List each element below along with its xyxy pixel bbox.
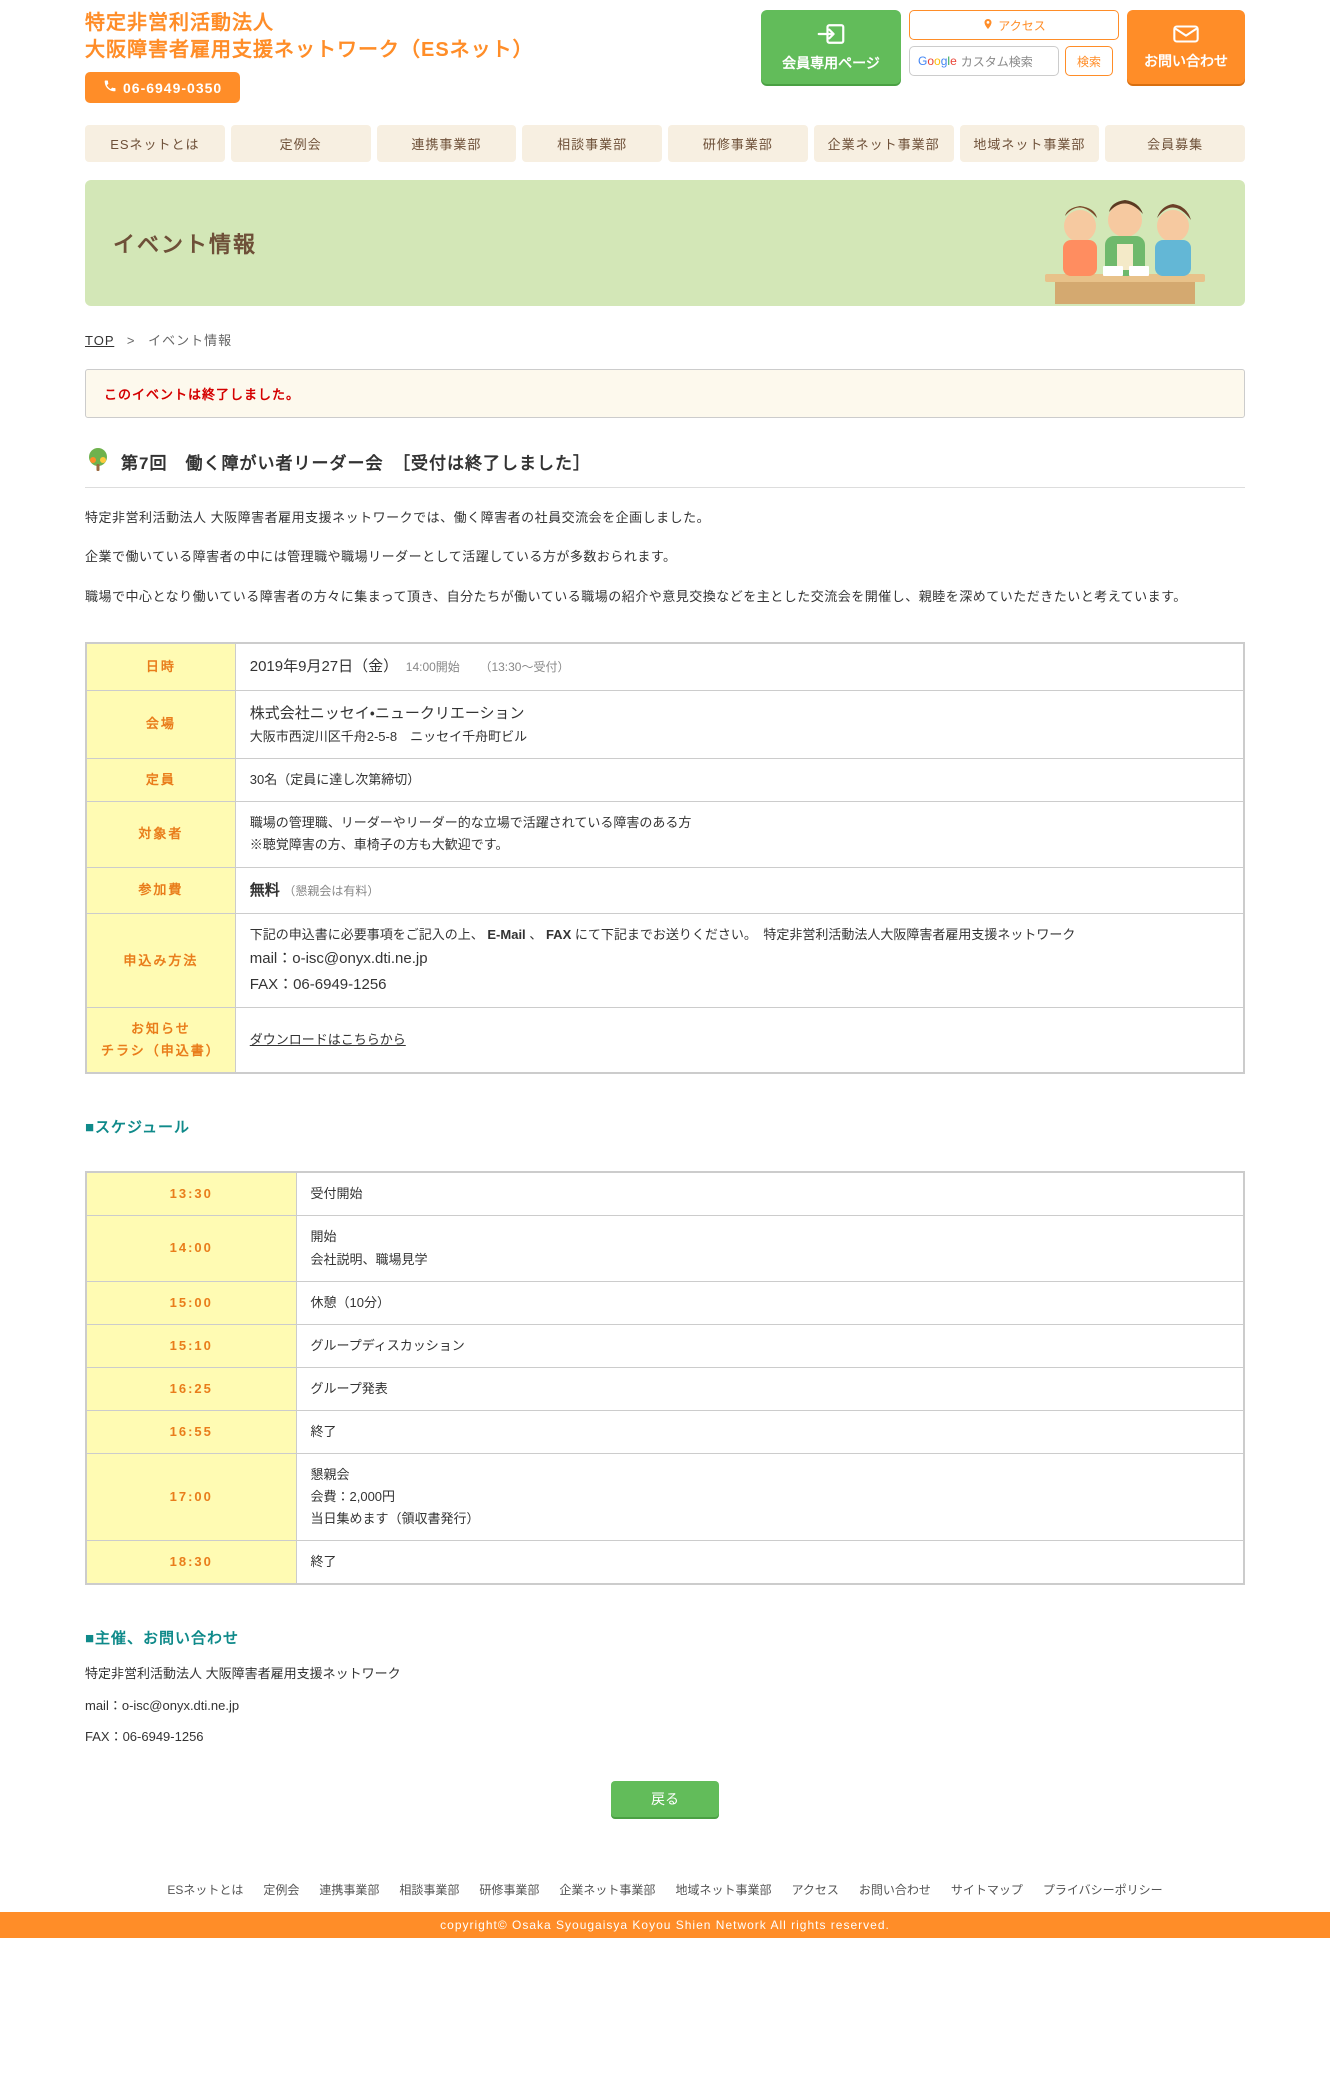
contact-button[interactable]: お問い合わせ [1127, 10, 1245, 84]
breadcrumb-current: イベント情報 [148, 333, 232, 348]
nav-item-4[interactable]: 研修事業部 [668, 125, 808, 162]
breadcrumb: TOP > イベント情報 [85, 330, 1245, 349]
info-value-venue: 株式会社ニッセイ・ニュークリエーション 大阪市西淀川区千舟2-5-8 ニッセイ千… [235, 690, 1244, 759]
schedule-time-3: 15:10 [86, 1324, 296, 1367]
schedule-body-0: 受付開始 [296, 1172, 1244, 1216]
tree-icon [85, 446, 111, 477]
contact-fax: FAX：06-6949-1256 [85, 1725, 1245, 1748]
breadcrumb-sep: > [127, 333, 136, 348]
footer-nav-item-1[interactable]: 定例会 [263, 1881, 299, 1898]
people-illustration [1025, 186, 1225, 306]
info-label-capacity: 定員 [86, 759, 235, 802]
hero-banner: イベント情報 [85, 180, 1245, 306]
contact-mail: mail：o-isc@onyx.dti.ne.jp [85, 1694, 1245, 1717]
info-value-apply: 下記の申込書に必要事項をご記入の上、 E-Mail 、 FAX にて下記までお送… [235, 914, 1244, 1008]
nav-item-5[interactable]: 企業ネット事業部 [814, 125, 954, 162]
google-logo: Google [918, 54, 957, 68]
schedule-table: 13:30受付開始14:00開始会社説明、職場見学15:00休憩（10分）15:… [85, 1171, 1245, 1585]
breadcrumb-top-link[interactable]: TOP [85, 333, 114, 348]
footer-nav-item-6[interactable]: 地域ネット事業部 [675, 1881, 771, 1898]
member-page-button[interactable]: 会員専用ページ [761, 10, 901, 84]
schedule-time-0: 13:30 [86, 1172, 296, 1216]
info-label-target: 対象者 [86, 802, 235, 867]
search-placeholder: カスタム検索 [961, 53, 1033, 70]
hero-title: イベント情報 [113, 227, 257, 259]
info-value-fee: 無料 （懇親会は有料） [235, 867, 1244, 914]
footer-nav-item-7[interactable]: アクセス [791, 1881, 838, 1898]
footer-nav-item-9[interactable]: サイトマップ [951, 1881, 1023, 1898]
schedule-body-1: 開始会社説明、職場見学 [296, 1216, 1244, 1281]
contact-org: 特定非営利活動法人 大阪障害者雇用支援ネットワーク [85, 1662, 1245, 1685]
nav-item-6[interactable]: 地域ネット事業部 [960, 125, 1100, 162]
member-page-label: 会員専用ページ [782, 53, 880, 73]
info-value-target: 職場の管理職、リーダーやリーダー的な立場で活躍されている障害のある方 ※聴覚障害… [235, 802, 1244, 867]
access-button[interactable]: アクセス [909, 10, 1119, 40]
access-label: アクセス [998, 17, 1045, 34]
info-value-datetime: 2019年9月27日（金） 14:00開始 （13:30～受付） [235, 643, 1244, 690]
nav-item-7[interactable]: 会員募集 [1105, 125, 1245, 162]
mail-icon [1172, 24, 1200, 47]
schedule-body-4: グループ発表 [296, 1367, 1244, 1410]
schedule-time-1: 14:00 [86, 1216, 296, 1281]
footer-nav-item-2[interactable]: 連携事業部 [319, 1881, 379, 1898]
event-info-table: 日時 2019年9月27日（金） 14:00開始 （13:30～受付） 会場 株… [85, 642, 1245, 1074]
site-title-block: 特定非営利活動法人 大阪障害者雇用支援ネットワーク（ESネット） 06-6949… [85, 10, 761, 103]
footer-nav-item-5[interactable]: 企業ネット事業部 [559, 1881, 655, 1898]
phone-icon [103, 79, 117, 96]
info-value-flyer: ダウンロードはこちらから [235, 1008, 1244, 1074]
schedule-time-2: 15:00 [86, 1281, 296, 1324]
info-label-apply: 申込み方法 [86, 914, 235, 1008]
search-button-label: 検索 [1077, 53, 1101, 70]
schedule-body-2: 休憩（10分） [296, 1281, 1244, 1324]
intro-paragraphs: 特定非営利活動法人 大阪障害者雇用支援ネットワークでは、働く障害者の社員交流会を… [85, 506, 1245, 608]
info-value-capacity: 30名（定員に達し次第締切） [235, 759, 1244, 802]
footer-nav-item-0[interactable]: ESネットとは [167, 1881, 243, 1898]
main-nav: ESネットとは定例会連携事業部相談事業部研修事業部企業ネット事業部地域ネット事業… [85, 125, 1245, 162]
info-label-flyer: お知らせ チラシ（申込書） [86, 1008, 235, 1074]
footer-nav-item-10[interactable]: プライバシーポリシー [1043, 1881, 1163, 1898]
info-label-venue: 会場 [86, 690, 235, 759]
schedule-time-5: 16:55 [86, 1410, 296, 1453]
info-label-datetime: 日時 [86, 643, 235, 690]
contact-label: お問い合わせ [1144, 51, 1228, 71]
footer-nav-item-3[interactable]: 相談事業部 [399, 1881, 459, 1898]
schedule-body-7: 終了 [296, 1541, 1244, 1585]
schedule-body-6: 懇親会会費：2,000円当日集めます（領収書発行） [296, 1453, 1244, 1540]
info-label-fee: 参加費 [86, 867, 235, 914]
schedule-heading: ■スケジュール [85, 1116, 1245, 1137]
event-title: 第7回 働く障がい者リーダー会 ［受付は終了しました］ [121, 449, 591, 474]
site-name-line1: 特定非営利活動法人 [85, 10, 761, 37]
intro-paragraph-2: 職場で中心となり働いている障害者の方々に集まって頂き、自分たちが働いている職場の… [85, 585, 1245, 608]
contact-heading: ■主催、お問い合わせ [85, 1627, 1245, 1648]
nav-item-1[interactable]: 定例会 [231, 125, 371, 162]
phone-button[interactable]: 06-6949-0350 [85, 72, 240, 103]
nav-item-2[interactable]: 連携事業部 [377, 125, 517, 162]
event-ended-notice: このイベントは終了しました。 [85, 369, 1245, 418]
schedule-time-4: 16:25 [86, 1367, 296, 1410]
intro-paragraph-1: 企業で働いている障害者の中には管理職や職場リーダーとして活躍している方が多数おら… [85, 545, 1245, 568]
nav-item-3[interactable]: 相談事業部 [522, 125, 662, 162]
schedule-time-7: 18:30 [86, 1541, 296, 1585]
schedule-body-3: グループディスカッション [296, 1324, 1244, 1367]
copyright: copyright© Osaka Syougaisya Koyou Shien … [0, 1912, 1330, 1938]
footer-nav: ESネットとは 定例会 連携事業部 相談事業部 研修事業部 企業ネット事業部 地域ネット事業… [0, 1867, 1330, 1912]
footer-nav-item-8[interactable]: お問い合わせ [859, 1881, 931, 1898]
schedule-body-5: 終了 [296, 1410, 1244, 1453]
schedule-time-6: 17:00 [86, 1453, 296, 1540]
phone-number: 06-6949-0350 [123, 80, 222, 96]
login-icon [817, 22, 845, 49]
flyer-download-link[interactable]: ダウンロードはこちらから [250, 1032, 406, 1047]
site-header: 特定非営利活動法人 大阪障害者雇用支援ネットワーク（ESネット） 06-6949… [85, 0, 1245, 162]
footer-nav-item-4[interactable]: 研修事業部 [479, 1881, 539, 1898]
search-input[interactable]: Google カスタム検索 [909, 46, 1059, 76]
back-button[interactable]: 戻る [611, 1781, 719, 1817]
nav-item-0[interactable]: ESネットとは [85, 125, 225, 162]
event-title-row: 第7回 働く障がい者リーダー会 ［受付は終了しました］ [85, 446, 1245, 488]
site-footer: ESネットとは 定例会 連携事業部 相談事業部 研修事業部 企業ネット事業部 地域ネット事業… [0, 1867, 1330, 1938]
search-button[interactable]: 検索 [1065, 46, 1113, 76]
map-pin-icon [982, 18, 994, 33]
contact-block: 特定非営利活動法人 大阪障害者雇用支援ネットワーク mail：o-isc@ony… [85, 1662, 1245, 1748]
site-name-line2: 大阪障害者雇用支援ネットワーク（ESネット） [85, 37, 761, 64]
intro-paragraph-0: 特定非営利活動法人 大阪障害者雇用支援ネットワークでは、働く障害者の社員交流会を… [85, 506, 1245, 529]
